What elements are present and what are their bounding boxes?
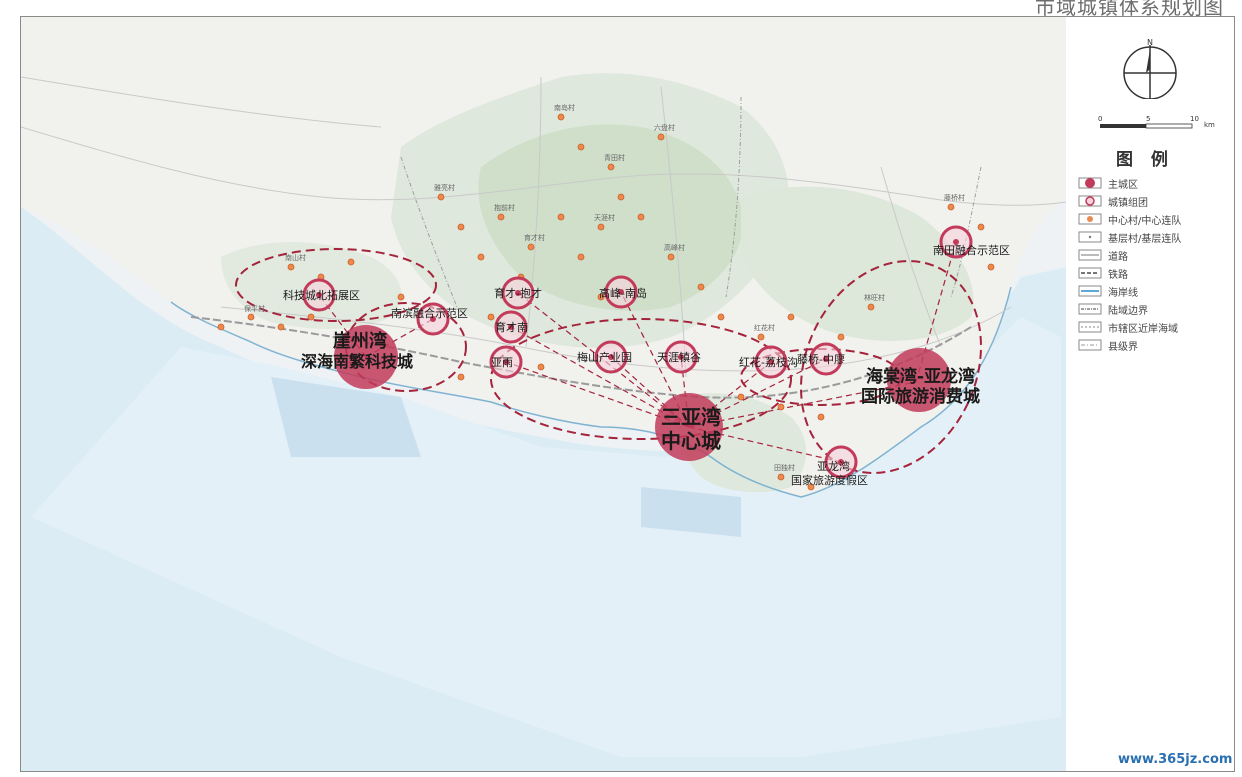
- cluster-label-yucai: 育才南: [495, 320, 528, 334]
- village-label: 育才村: [524, 233, 545, 242]
- village-label: 六盘村: [654, 123, 675, 132]
- legend-item-coastline: 海岸线: [1078, 283, 1138, 299]
- cluster-label-tenghai: 藤桥-中廖: [797, 352, 845, 366]
- legend-item-county-boundary: 县级界: [1078, 337, 1138, 353]
- county-boundary-icon: [1078, 339, 1102, 351]
- village-label: 林旺村: [864, 293, 885, 302]
- legend-label: 城镇组团: [1108, 197, 1148, 209]
- village-label: 南山村: [285, 253, 306, 262]
- cluster-label-nantian: 南田融合示范区: [933, 243, 1010, 257]
- center-village-icon: [1078, 213, 1102, 225]
- legend-item-railway: 铁路: [1078, 265, 1128, 281]
- scale-label: km: [1204, 121, 1215, 129]
- land-boundary-icon: [1078, 303, 1102, 315]
- map-title: 市域城镇体系规划图: [1035, 0, 1224, 16]
- legend-label: 道路: [1108, 251, 1128, 263]
- town-cluster-icon: [1078, 195, 1102, 207]
- village-label: 高峰村: [664, 243, 685, 252]
- legend-label: 陆域边界: [1108, 305, 1148, 317]
- legend-item-basic-village: 基层村/基层连队: [1078, 229, 1181, 245]
- major-label-yazhou-2: 深海南繁科技城: [301, 352, 413, 371]
- cluster-label-honghua: 红花-荔枝沟: [739, 355, 798, 369]
- legend-title: 图 例: [1116, 150, 1174, 170]
- cluster-label-nanbin: 南滨融合示范区: [391, 306, 468, 320]
- legend-item-road: 道路: [1078, 247, 1128, 263]
- legend-label: 市辖区近岸海域: [1108, 323, 1178, 335]
- village-label: 田独村: [774, 463, 795, 472]
- cluster-label-yazhou-north: 科技城北拓展区: [283, 288, 360, 302]
- coastline-icon: [1078, 285, 1102, 297]
- major-label-haitang-2: 国际旅游消费城: [861, 386, 980, 407]
- cluster-label-yalong-1: 亚龙湾: [817, 459, 850, 473]
- cluster-label-tianya: 天涯镇谷: [657, 350, 701, 364]
- cluster-label-yalong-2: 国家旅游度假区: [791, 473, 868, 487]
- village-label: 天涯村: [594, 213, 615, 222]
- village-label: 红花村: [754, 323, 775, 332]
- legend-item-center-village: 中心村/中心连队: [1078, 211, 1181, 227]
- scale-label: 5: [1146, 115, 1150, 123]
- map-frame: 南山村 保平村 雅亮村 抱前村 育才村 天涯村 南岛村 青田村 高峰村 红花村 …: [20, 16, 1068, 772]
- major-label-sanya-2: 中心城: [661, 429, 721, 453]
- cluster-label-yucai-top: 育才-抱才: [494, 286, 542, 300]
- cluster-label-meishan: 梅山产业园: [577, 350, 632, 364]
- north-label: N: [1147, 39, 1153, 47]
- legend-item-town-cluster: 城镇组团: [1078, 193, 1148, 209]
- basic-village-icon: [1078, 231, 1102, 243]
- major-label-haitang-1: 海棠湾-亚龙湾: [866, 366, 975, 387]
- cluster-label-gaofeng: 高峰-南岛: [599, 286, 647, 300]
- scale-bar-icon: 0 5 10 km: [1098, 115, 1215, 129]
- scale-label: 0: [1098, 115, 1102, 123]
- legend-label: 县级界: [1108, 341, 1138, 353]
- village-label: 南岛村: [554, 103, 575, 112]
- railway-icon: [1078, 267, 1102, 279]
- cluster-label-yaao: 亚雨: [491, 356, 513, 369]
- map-canvas: 南山村 保平村 雅亮村 抱前村 育才村 天涯村 南岛村 青田村 高峰村 红花村 …: [21, 17, 1067, 771]
- legend-item-land-boundary: 陆域边界: [1078, 301, 1148, 317]
- legend-label: 基层村/基层连队: [1108, 233, 1182, 245]
- village-label: 藤桥村: [944, 193, 965, 202]
- sea-boundary-icon: [1078, 321, 1102, 333]
- title-bar: 市域城镇体系规划图: [0, 0, 1242, 16]
- main-city-icon: [1078, 177, 1102, 189]
- watermark: www.365jz.com: [1118, 752, 1233, 767]
- village-label: 雅亮村: [434, 183, 455, 192]
- legend-label: 主城区: [1108, 179, 1138, 191]
- legend-label: 海岸线: [1108, 287, 1138, 299]
- legend-label: 中心村/中心连队: [1108, 215, 1182, 227]
- legend-panel: N 0 5 10 km 图 例 主城区 城镇组团 中心村/中心连队 基层村/基层…: [1066, 16, 1235, 772]
- legend-item-sea-boundary: 市辖区近岸海域: [1078, 319, 1178, 335]
- legend-label: 铁路: [1108, 269, 1128, 281]
- village-label: 青田村: [604, 153, 625, 162]
- village-label: 保平村: [244, 304, 265, 313]
- village-label: 抱前村: [494, 203, 515, 212]
- major-label-yazhou-1: 崖州湾: [333, 330, 387, 352]
- road-icon: [1078, 249, 1102, 261]
- legend-item-main-city: 主城区: [1078, 175, 1138, 191]
- scale-label: 10: [1190, 115, 1199, 123]
- major-label-sanya-1: 三亚湾: [661, 405, 721, 429]
- north-arrow-icon: N: [1123, 39, 1177, 99]
